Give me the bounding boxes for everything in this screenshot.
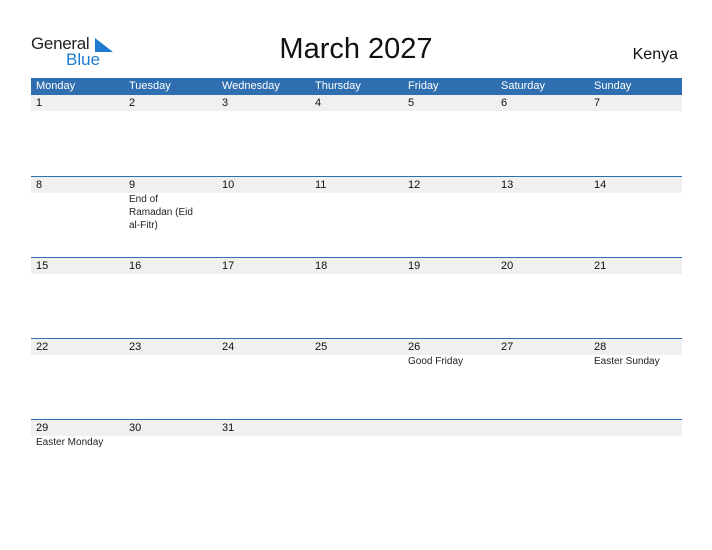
day-cell xyxy=(403,420,496,500)
weekday-label: Saturday xyxy=(501,80,546,92)
day-cell: 6 xyxy=(496,95,589,176)
day-cell: 26 Good Friday xyxy=(403,339,496,419)
day-number: 14 xyxy=(594,179,607,191)
day-number: 17 xyxy=(222,260,235,272)
holiday-label: Good Friday xyxy=(408,356,464,367)
day-number: 31 xyxy=(222,422,235,434)
day-cell: 29 Easter Monday xyxy=(31,420,124,500)
week-row: 8 9 End of Ramadan (Eid al-Fitr) 10 11 12 13 14 xyxy=(31,176,682,257)
week-row: 1 2 3 4 5 6 7 xyxy=(31,95,682,176)
day-cell xyxy=(589,420,682,500)
day-cell: 27 xyxy=(496,339,589,419)
day-cell: 10 xyxy=(217,177,310,257)
weekday-label: Thursday xyxy=(315,80,361,92)
weekday-label: Sunday xyxy=(594,80,632,92)
day-number: 24 xyxy=(222,341,235,353)
week-row: 15 16 17 18 19 20 21 xyxy=(31,257,682,338)
day-number: 1 xyxy=(36,97,43,109)
day-cell: 19 xyxy=(403,258,496,338)
day-cell: 2 xyxy=(124,95,217,176)
day-number: 20 xyxy=(501,260,514,272)
day-cell: 5 xyxy=(403,95,496,176)
day-number: 6 xyxy=(501,97,508,109)
day-cell: 11 xyxy=(310,177,403,257)
day-number: 25 xyxy=(315,341,328,353)
day-number: 9 xyxy=(129,179,136,191)
day-number: 15 xyxy=(36,260,49,272)
day-number: 13 xyxy=(501,179,514,191)
page-title: March 2027 xyxy=(279,33,433,65)
day-cell: 31 xyxy=(217,420,310,500)
day-cell: 1 xyxy=(31,95,124,176)
day-number: 11 xyxy=(315,179,327,191)
day-number: 3 xyxy=(222,97,229,109)
day-cell: 8 xyxy=(31,177,124,257)
day-cell: 20 xyxy=(496,258,589,338)
day-cell xyxy=(310,420,403,500)
day-cell: 15 xyxy=(31,258,124,338)
country-label: Kenya xyxy=(632,46,678,63)
day-cell: 28 Easter Sunday xyxy=(589,339,682,419)
day-cell: 14 xyxy=(589,177,682,257)
day-number: 4 xyxy=(315,97,322,109)
week-row: 22 23 24 25 26 Good Friday 27 28 Easter Sunday xyxy=(31,338,682,419)
day-cell: 3 xyxy=(217,95,310,176)
weekday-label: Monday xyxy=(36,80,76,92)
weekday-label: Wednesday xyxy=(222,80,280,92)
day-cell: 12 xyxy=(403,177,496,257)
day-number: 12 xyxy=(408,179,421,191)
day-cell: 25 xyxy=(310,339,403,419)
day-number: 8 xyxy=(36,179,43,191)
weekday-label: Friday xyxy=(408,80,439,92)
day-cell: 7 xyxy=(589,95,682,176)
day-number: 7 xyxy=(594,97,601,109)
day-cell: 17 xyxy=(217,258,310,338)
day-number: 5 xyxy=(408,97,415,109)
week-row: 29 Easter Monday 30 31 xyxy=(31,419,682,500)
day-number: 27 xyxy=(501,341,514,353)
day-number: 16 xyxy=(129,260,142,272)
day-number: 18 xyxy=(315,260,328,272)
day-number: 21 xyxy=(594,260,607,272)
day-number: 26 xyxy=(408,341,421,353)
holiday-label: End of Ramadan (Eid al-Fitr) xyxy=(129,194,193,231)
day-cell: 16 xyxy=(124,258,217,338)
day-cell xyxy=(496,420,589,500)
day-cell: 13 xyxy=(496,177,589,257)
day-number: 30 xyxy=(129,422,142,434)
weekday-header: Monday Tuesday Wednesday Thursday Friday… xyxy=(31,78,682,95)
day-number: 28 xyxy=(594,341,607,353)
day-cell: 4 xyxy=(310,95,403,176)
calendar-grid: Monday Tuesday Wednesday Thursday Friday… xyxy=(31,78,682,500)
day-number: 22 xyxy=(36,341,49,353)
day-cell: 22 xyxy=(31,339,124,419)
day-number: 10 xyxy=(222,179,235,191)
day-cell: 9 End of Ramadan (Eid al-Fitr) xyxy=(124,177,217,257)
day-number: 23 xyxy=(129,341,142,353)
day-number: 19 xyxy=(408,260,421,272)
day-cell: 30 xyxy=(124,420,217,500)
holiday-label: Easter Monday xyxy=(36,437,104,448)
holiday-label: Easter Sunday xyxy=(594,356,660,367)
weekday-label: Tuesday xyxy=(129,80,171,92)
day-number: 29 xyxy=(36,422,49,434)
day-number: 2 xyxy=(129,97,136,109)
day-cell: 21 xyxy=(589,258,682,338)
day-cell: 24 xyxy=(217,339,310,419)
day-cell: 23 xyxy=(124,339,217,419)
day-cell: 18 xyxy=(310,258,403,338)
